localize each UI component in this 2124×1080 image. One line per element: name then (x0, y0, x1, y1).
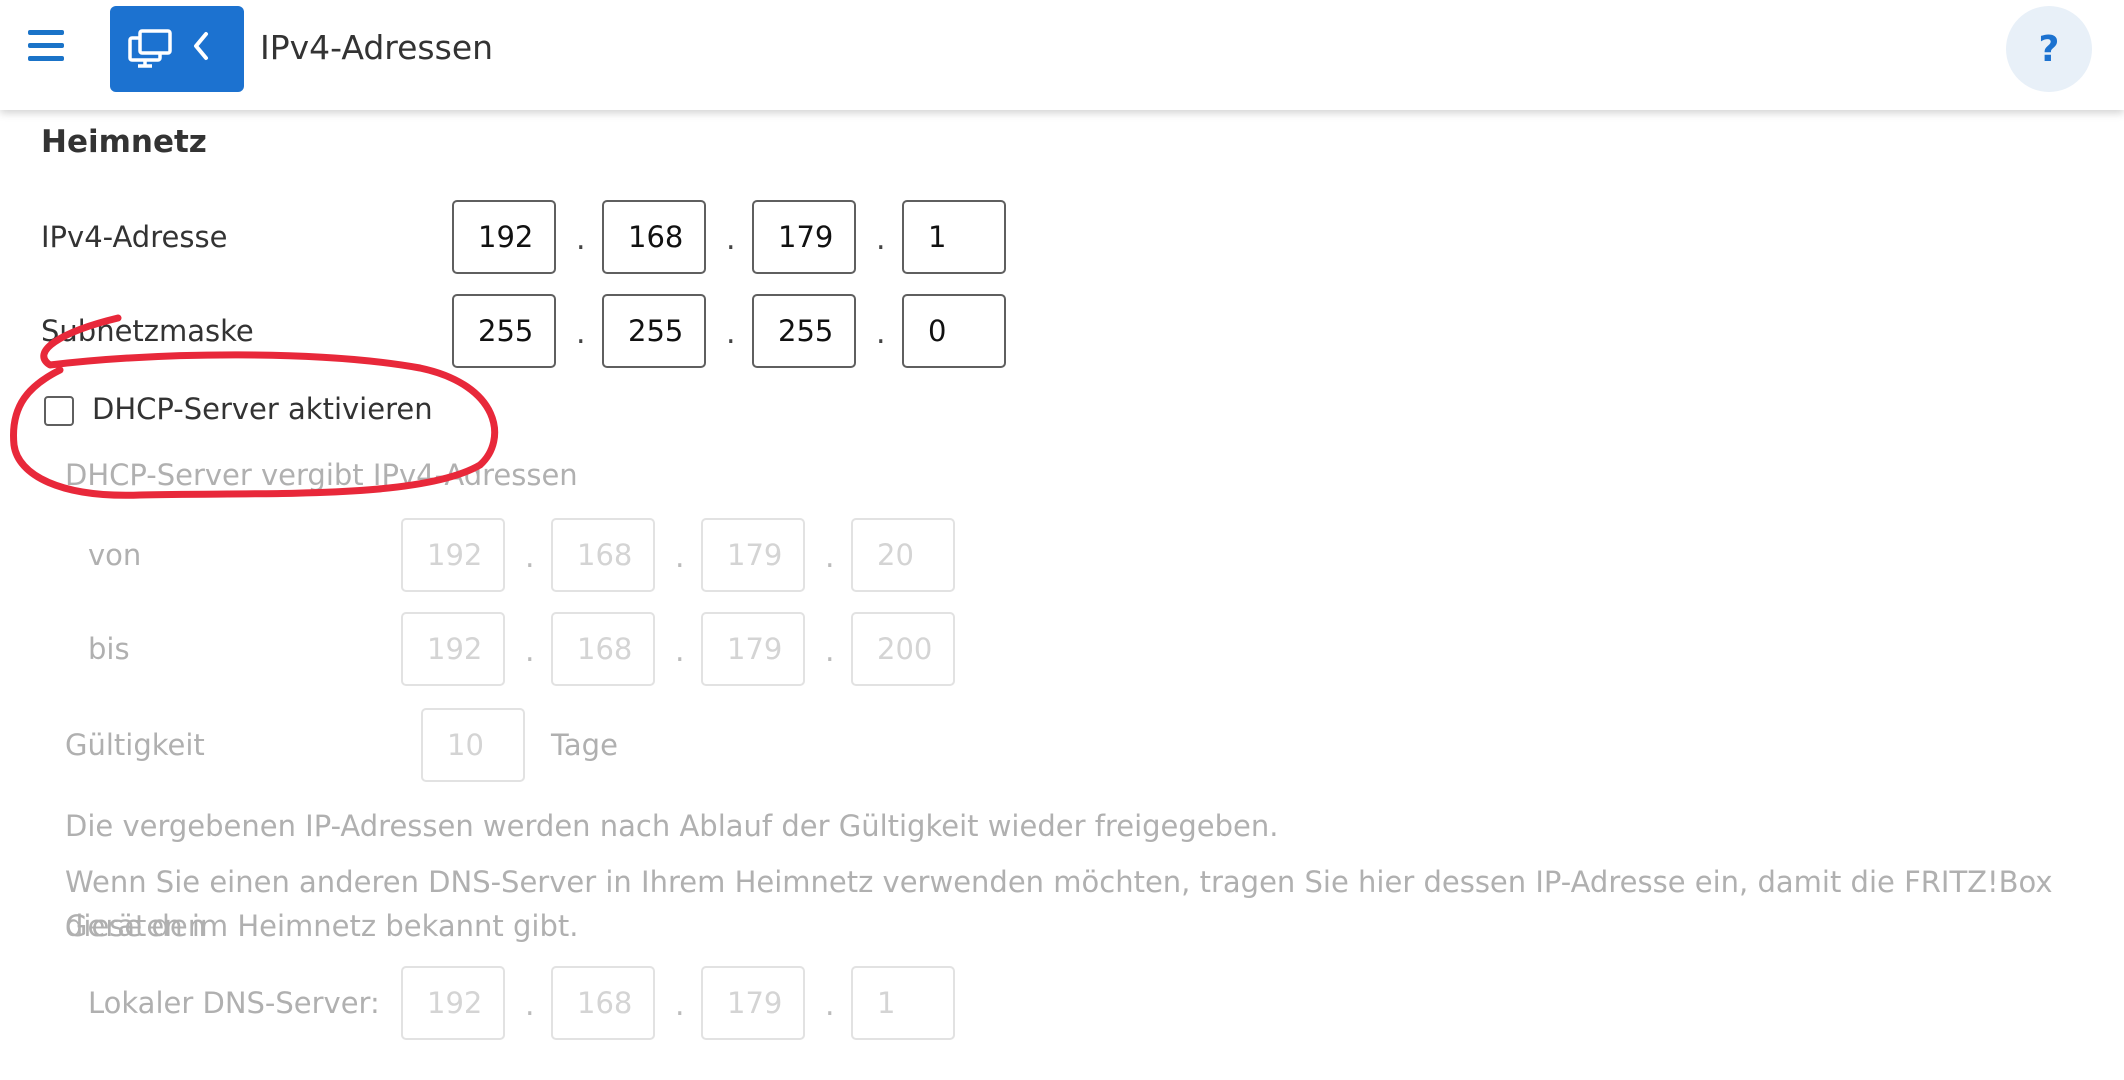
dhcp-to-octet-1[interactable]: 192 (401, 612, 505, 686)
validity-unit: Tage (551, 728, 618, 762)
octet-separator: . (876, 316, 886, 351)
ipv4-octet-2[interactable]: 168 (602, 200, 706, 274)
dhcp-to-octet-2[interactable]: 168 (551, 612, 655, 686)
local-dns-label: Lokaler DNS-Server: (88, 986, 380, 1020)
subnet-octet-4[interactable]: 0 (902, 294, 1006, 368)
octet-separator: . (576, 316, 586, 351)
info-dns-text-line2: Geräten im Heimnetz bekannt gibt. (65, 909, 579, 943)
dhcp-server-checkbox-label[interactable]: DHCP-Server aktivieren (92, 392, 433, 426)
back-navigation-button[interactable] (110, 6, 244, 92)
app-header: IPv4-Adressen ? (0, 0, 2124, 110)
ipv4-octet-4[interactable]: 1 (902, 200, 1006, 274)
octet-separator: . (825, 988, 835, 1023)
dhcp-to-octet-3[interactable]: 179 (701, 612, 805, 686)
ipv4-octet-1[interactable]: 192 (452, 200, 556, 274)
octet-separator: . (525, 988, 535, 1023)
validity-label: Gültigkeit (65, 728, 205, 762)
octet-separator: . (675, 540, 685, 575)
dns-octet-1[interactable]: 192 (401, 966, 505, 1040)
octet-separator: . (825, 634, 835, 669)
subnet-octet-3[interactable]: 255 (752, 294, 856, 368)
octet-separator: . (525, 634, 535, 669)
octet-separator: . (876, 222, 886, 257)
dhcp-range-label: DHCP-Server vergibt IPv4-Adressen (65, 458, 578, 492)
dhcp-from-octet-2[interactable]: 168 (551, 518, 655, 592)
dhcp-to-label: bis (88, 632, 130, 666)
validity-input[interactable]: 10 (421, 708, 525, 782)
dns-octet-2[interactable]: 168 (551, 966, 655, 1040)
dhcp-from-label: von (88, 538, 142, 572)
octet-separator: . (675, 634, 685, 669)
octet-separator: . (825, 540, 835, 575)
info-release-text: Die vergebenen IP-Adressen werden nach A… (65, 809, 1279, 843)
ipv4-address-label: IPv4-Adresse (41, 220, 228, 254)
subnet-mask-label: Subnetzmaske (41, 314, 254, 348)
ipv4-octet-3[interactable]: 179 (752, 200, 856, 274)
page-title: IPv4-Adressen (260, 28, 494, 67)
network-computers-icon (128, 29, 208, 68)
dns-octet-3[interactable]: 179 (701, 966, 805, 1040)
octet-separator: . (525, 540, 535, 575)
octet-separator: . (576, 222, 586, 257)
octet-separator: . (726, 316, 736, 351)
hamburger-menu-icon[interactable] (26, 28, 66, 64)
dhcp-from-octet-3[interactable]: 179 (701, 518, 805, 592)
dhcp-from-octet-1[interactable]: 192 (401, 518, 505, 592)
subnet-octet-2[interactable]: 255 (602, 294, 706, 368)
dhcp-server-checkbox[interactable] (44, 396, 74, 426)
octet-separator: . (726, 222, 736, 257)
dhcp-to-octet-4[interactable]: 200 (851, 612, 955, 686)
dhcp-from-octet-4[interactable]: 20 (851, 518, 955, 592)
section-title-heimnetz: Heimnetz (41, 124, 207, 160)
dns-octet-4[interactable]: 1 (851, 966, 955, 1040)
octet-separator: . (675, 988, 685, 1023)
help-button[interactable]: ? (2006, 6, 2092, 92)
subnet-octet-1[interactable]: 255 (452, 294, 556, 368)
